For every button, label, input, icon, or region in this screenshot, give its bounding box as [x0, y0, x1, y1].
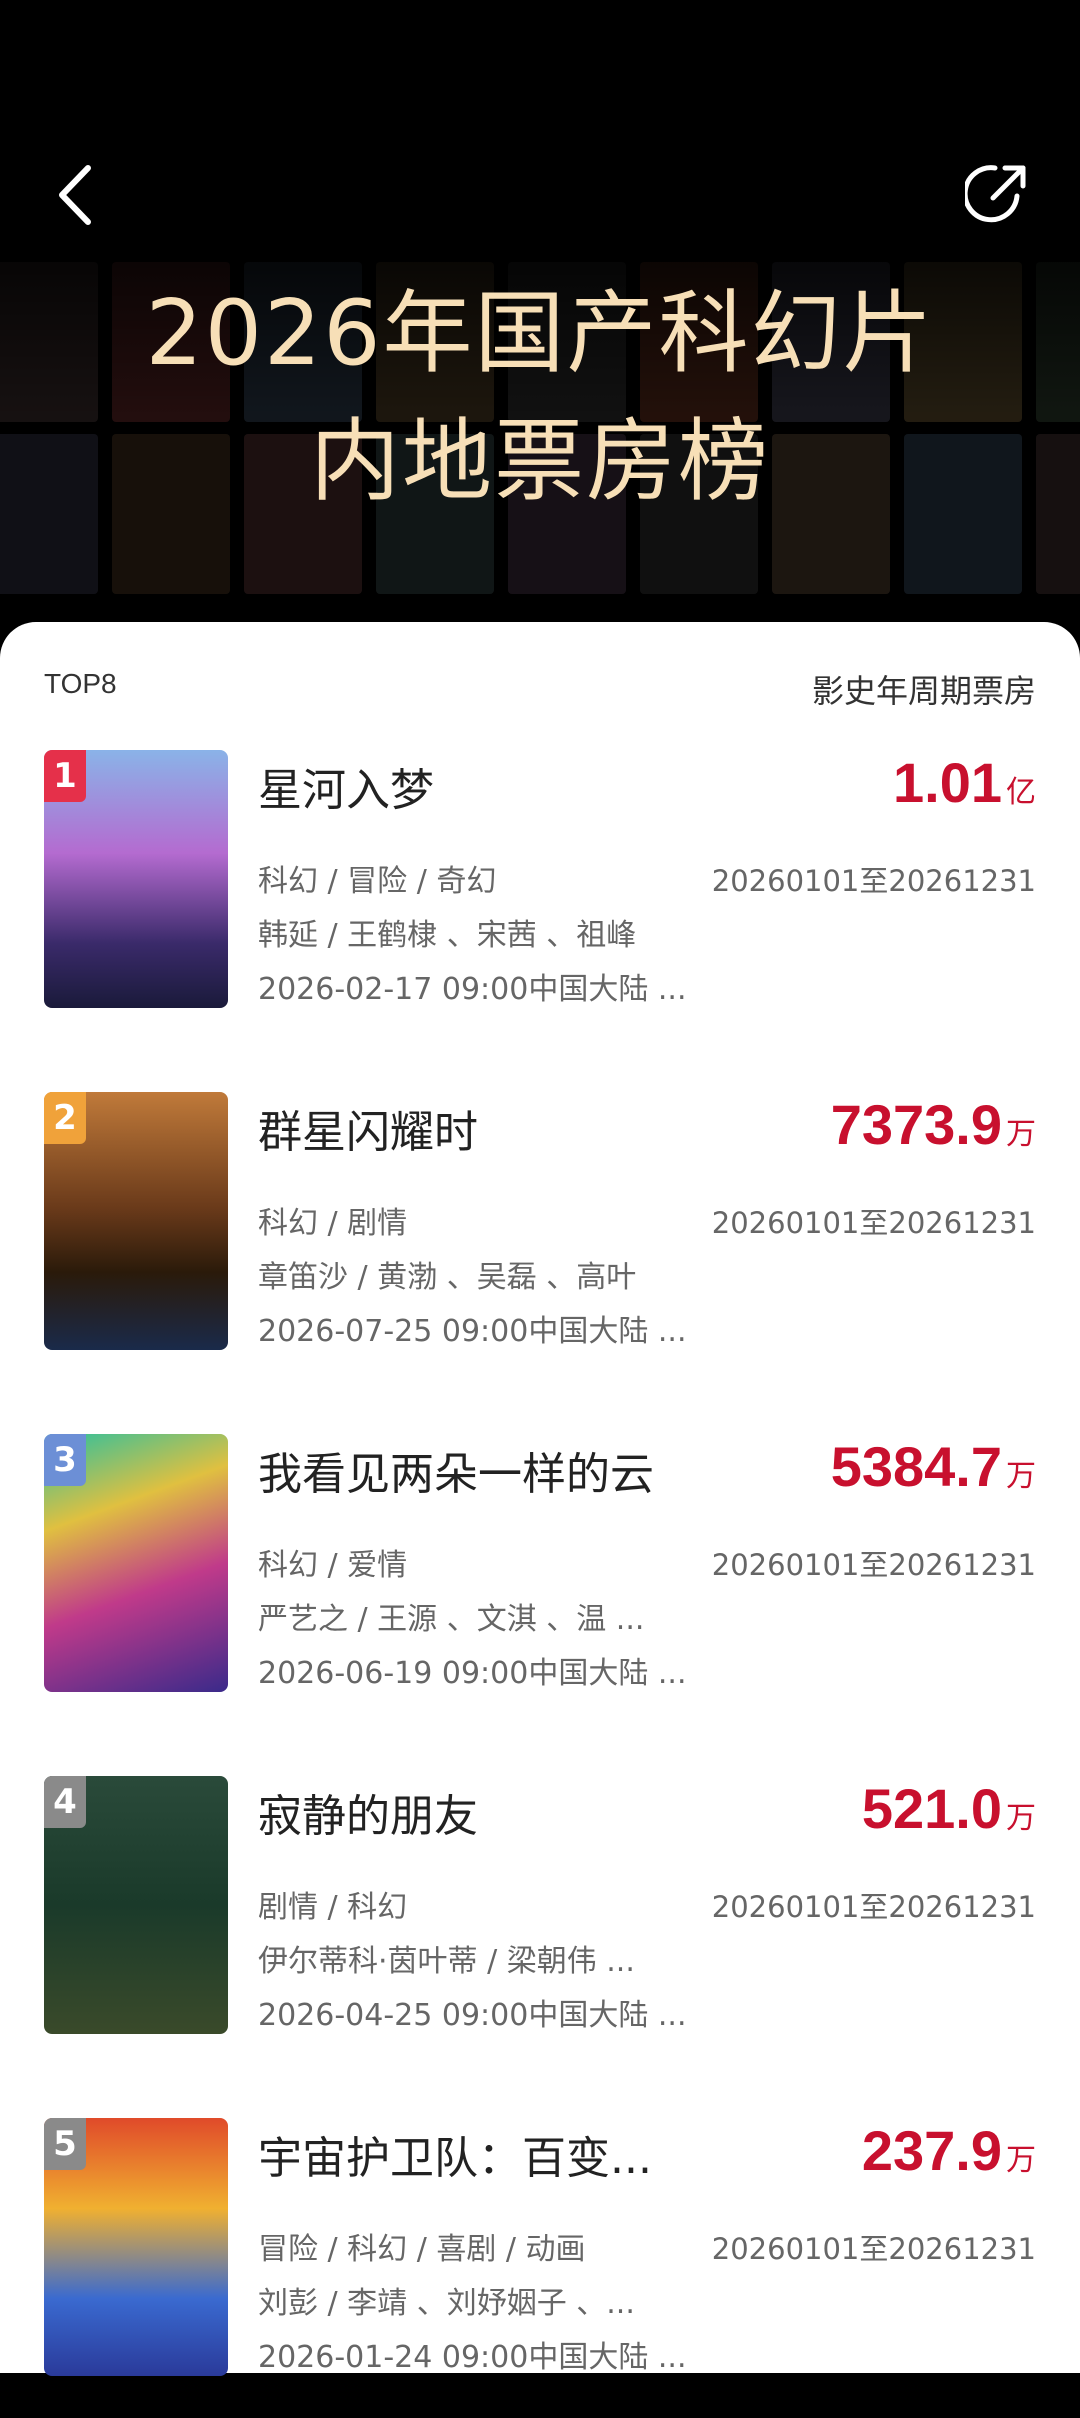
box-office-value: 237.9	[861, 2119, 1002, 2182]
box-office-unit: 万	[1006, 1459, 1036, 1494]
rank-badge: 3	[44, 1434, 86, 1486]
box-office-value: 7373.9	[830, 1093, 1002, 1156]
chevron-left-icon	[59, 165, 91, 225]
movie-cast: 严艺之 / 王源 、文淇 、温 ...	[258, 1602, 645, 1637]
box-office-unit: 亿	[1006, 775, 1036, 810]
box-office: 1.01 亿	[893, 750, 1036, 815]
box-office-value: 5384.7	[830, 1435, 1002, 1498]
movie-title: 我看见两朵一样的云	[258, 1449, 654, 1500]
rank-badge: 2	[44, 1092, 86, 1144]
movie-item[interactable]: 4 寂静的朋友 521.0 万 剧情 / 科幻 20260101至20261231…	[0, 1776, 1080, 2076]
movie-genres: 冒险 / 科幻 / 喜剧 / 动画	[258, 2232, 586, 2267]
movie-title: 宇宙护卫队：百变...	[258, 2133, 652, 2184]
box-office-value: 1.01	[893, 751, 1002, 814]
date-range: 20260101至20261231	[711, 1548, 1036, 1582]
share-button[interactable]	[962, 158, 1033, 226]
movie-poster: 5	[44, 2118, 228, 2376]
movie-genres: 科幻 / 爱情	[258, 1548, 408, 1583]
movie-poster: 3	[44, 1434, 228, 1692]
box-office-unit: 万	[1006, 2143, 1036, 2178]
box-office-unit: 万	[1006, 1117, 1036, 1152]
rank-badge: 5	[44, 2118, 86, 2170]
ranking-panel: TOP8 影史年周期票房 1 星河入梦 1.01 亿 科幻 / 冒险 / 奇幻 2…	[0, 622, 1080, 2376]
rank-badge: 4	[44, 1776, 86, 1828]
share-icon	[962, 165, 1026, 223]
movie-poster: 4	[44, 1776, 228, 2034]
box-office-value: 521.0	[861, 1777, 1002, 1840]
movie-cast: 章笛沙 / 黄渤 、吴磊 、高叶	[258, 1260, 637, 1295]
back-button[interactable]	[48, 160, 108, 230]
title-line-1: 2026年国产科幻片	[145, 281, 935, 386]
release-info: 2026-01-24 09:00中国大陆 ...	[258, 2340, 687, 2375]
movie-cast: 伊尔蒂科·茵叶蒂 / 梁朝伟 ...	[258, 1944, 635, 1979]
movie-title: 群星闪耀时	[258, 1107, 478, 1158]
top-count-label: TOP8	[44, 668, 117, 699]
movie-title: 星河入梦	[258, 765, 434, 816]
movie-cast: 刘彭 / 李靖 、刘妤姻子 、...	[258, 2286, 635, 2321]
release-info: 2026-06-19 09:00中国大陆 ...	[258, 1656, 687, 1691]
movie-poster: 2	[44, 1092, 228, 1350]
movie-genres: 科幻 / 冒险 / 奇幻	[258, 864, 497, 899]
header-banner: 2026年国产科幻片 内地票房榜	[0, 0, 1080, 640]
movie-item[interactable]: 5 宇宙护卫队：百变... 237.9 万 冒险 / 科幻 / 喜剧 / 动画 2…	[0, 2118, 1080, 2418]
title-line-2: 内地票房榜	[310, 409, 770, 514]
release-info: 2026-04-25 09:00中国大陆 ...	[258, 1998, 687, 2033]
page-title: 2026年国产科幻片 内地票房榜	[0, 270, 1080, 526]
movie-poster: 1	[44, 750, 228, 1008]
box-office-unit: 万	[1006, 1801, 1036, 1836]
rank-badge: 1	[44, 750, 86, 802]
date-range: 20260101至20261231	[711, 2232, 1036, 2266]
period-type-label: 影史年周期票房	[811, 672, 1036, 710]
box-office: 5384.7 万	[831, 1434, 1036, 1499]
movie-title: 寂静的朋友	[258, 1791, 478, 1842]
date-range: 20260101至20261231	[711, 1206, 1036, 1240]
movie-genres: 科幻 / 剧情	[258, 1206, 408, 1241]
release-info: 2026-07-25 09:00中国大陆 ...	[258, 1314, 687, 1349]
movie-genres: 剧情 / 科幻	[258, 1890, 408, 1925]
movie-item[interactable]: 2 群星闪耀时 7373.9 万 科幻 / 剧情 20260101至2026123…	[0, 1092, 1080, 1392]
date-range: 20260101至20261231	[711, 1890, 1036, 1924]
box-office: 237.9 万	[862, 2118, 1036, 2183]
movie-item[interactable]: 1 星河入梦 1.01 亿 科幻 / 冒险 / 奇幻 20260101至20261…	[0, 750, 1080, 1050]
movie-item[interactable]: 3 我看见两朵一样的云 5384.7 万 科幻 / 爱情 20260101至202…	[0, 1434, 1080, 1734]
box-office: 7373.9 万	[831, 1092, 1036, 1157]
box-office: 521.0 万	[862, 1776, 1036, 1841]
movie-cast: 韩延 / 王鹤棣 、宋茜 、祖峰	[258, 918, 637, 953]
date-range: 20260101至20261231	[711, 864, 1036, 898]
release-info: 2026-02-17 09:00中国大陆 ...	[258, 972, 687, 1007]
